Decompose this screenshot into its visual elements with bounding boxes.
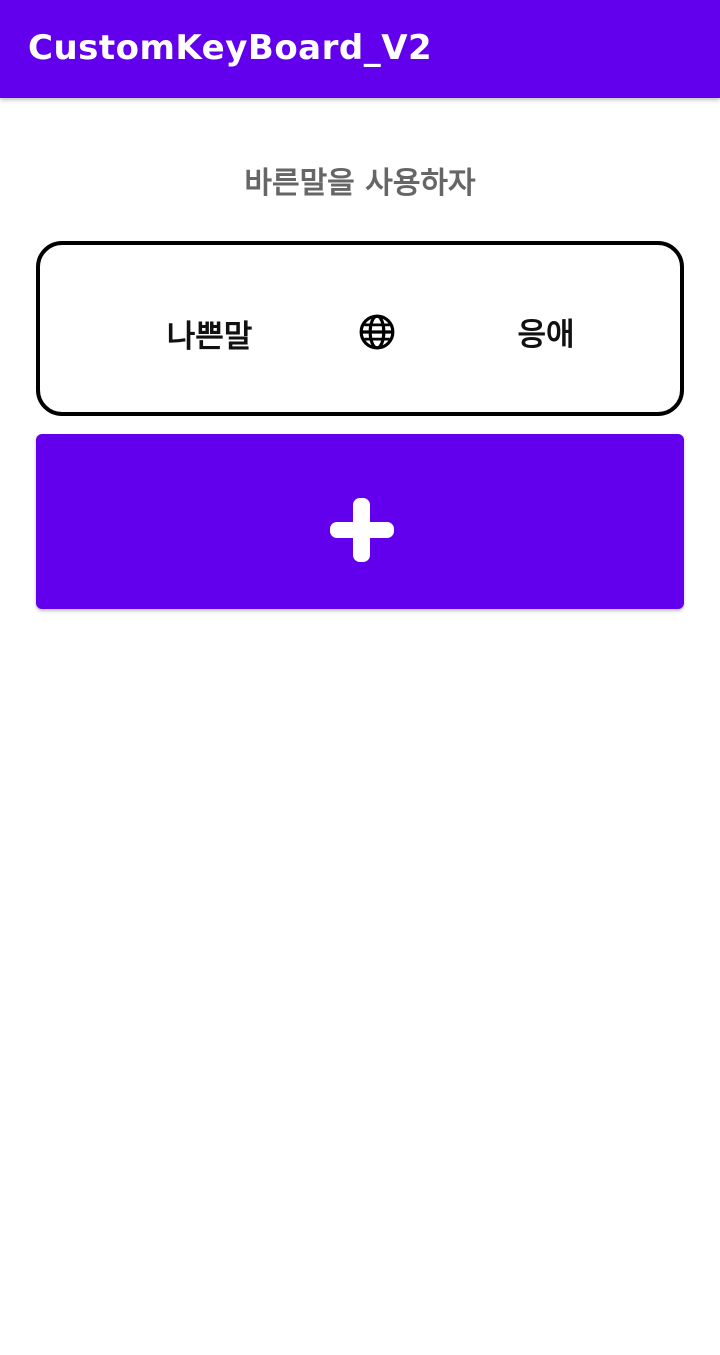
app-bar: CustomKeyBoard_V2	[0, 0, 720, 98]
page-subtitle: 바른말을 사용하자	[244, 166, 476, 201]
app-title: CustomKeyBoard_V2	[28, 28, 433, 68]
bad-word-label: 나쁜말	[166, 319, 253, 355]
add-button[interactable]	[36, 434, 684, 609]
plus-icon	[330, 498, 394, 562]
word-pair-card[interactable]: 나쁜말 응애	[36, 241, 684, 416]
good-word-label: 응애	[517, 317, 575, 353]
globe-icon	[359, 314, 395, 350]
